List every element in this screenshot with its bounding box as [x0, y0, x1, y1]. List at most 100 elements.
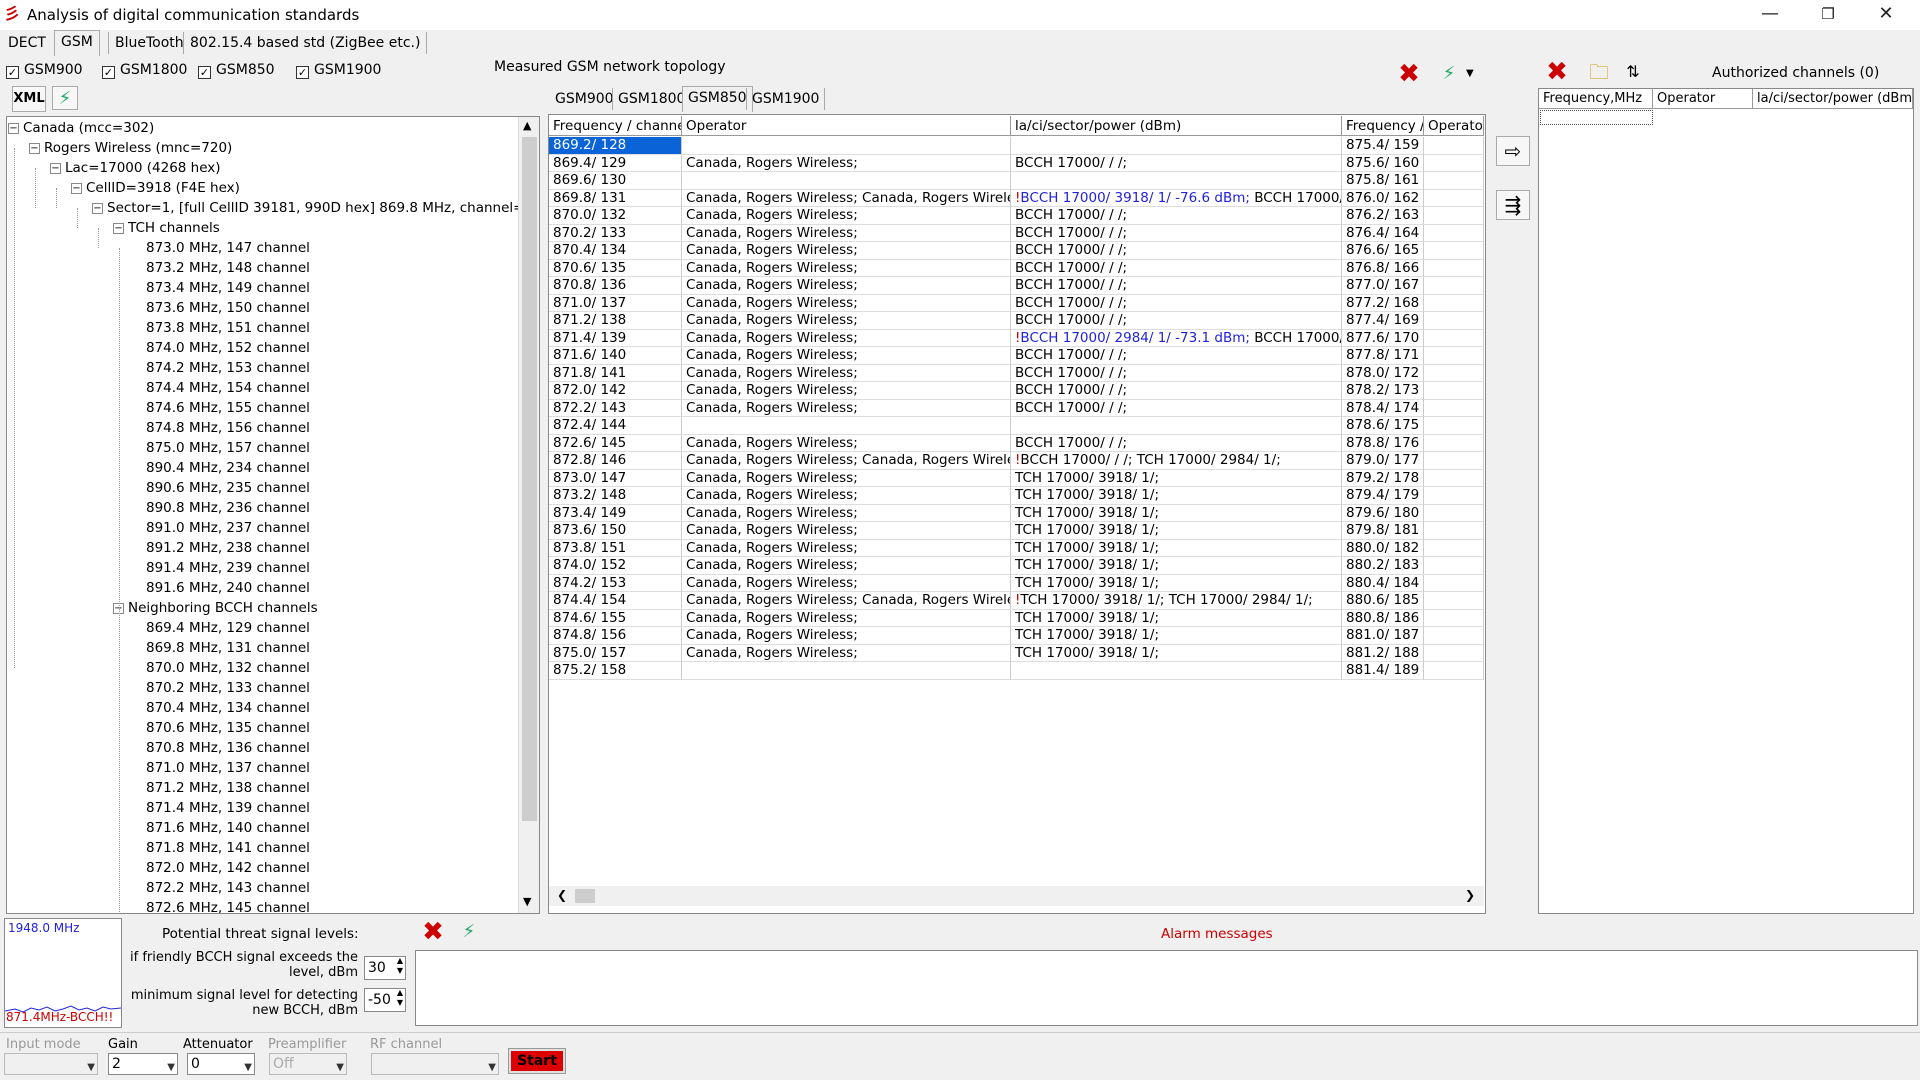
table-cell[interactable]: BCCH 17000/ / /; [1011, 224, 1342, 242]
column-header-frequency[interactable]: Frequency / channel [549, 116, 682, 136]
restore-button[interactable]: ❐ [1800, 0, 1856, 30]
tree-node[interactable]: 872.6 MHz, 145 channel [146, 898, 310, 913]
table-cell[interactable]: BCCH 17000/ / /; [1011, 154, 1342, 172]
table-cell[interactable]: Canada, Rogers Wireless; [682, 259, 1011, 277]
tree-node[interactable]: 873.2 MHz, 148 channel [146, 258, 310, 278]
table-cell[interactable]: BCCH 17000/ / /; [1011, 312, 1342, 330]
table-row[interactable]: 872.0/ 142 Canada, Rogers Wireless; BCCH 1… [549, 382, 1484, 400]
table-cell[interactable]: BCCH 17000/ / /; [1011, 347, 1342, 365]
table-cell[interactable]: TCH 17000/ 3918/ 1/; [1011, 539, 1342, 557]
auth-empty-cell[interactable] [1540, 110, 1653, 125]
table-cell[interactable] [1424, 207, 1484, 225]
table-cell[interactable]: 872.8/ 146 [549, 452, 682, 470]
tree-node[interactable]: 870.0 MHz, 132 channel [146, 658, 310, 678]
table-cell[interactable]: 877.2/ 168 [1342, 294, 1424, 312]
table-cell[interactable]: 879.8/ 181 [1342, 522, 1424, 540]
table-cell[interactable]: 878.4/ 174 [1342, 399, 1424, 417]
table-row[interactable]: 869.6/ 130 875.8/ 161 [549, 172, 1484, 190]
tree-node[interactable]: 870.8 MHz, 136 channel [146, 738, 310, 758]
table-cell[interactable]: 870.4/ 134 [549, 242, 682, 260]
table-row[interactable]: 874.0/ 152 Canada, Rogers Wireless; TCH 17… [549, 557, 1484, 575]
dropdown-arrow-icon[interactable]: ▼ [1466, 68, 1474, 79]
table-cell[interactable]: 880.8/ 186 [1342, 609, 1424, 627]
tree-node[interactable]: − Sector=1, [full CellID 39181, 990D hex]… [92, 198, 538, 218]
subtab-gsm1900[interactable]: GSM1900 [746, 88, 826, 110]
table-cell[interactable] [1424, 399, 1484, 417]
tree-node[interactable]: 874.8 MHz, 156 channel [146, 418, 310, 438]
table-cell[interactable] [682, 137, 1011, 155]
table-cell[interactable]: !BCCH 17000/ / /; TCH 17000/ 2984/ 1/; [1011, 452, 1342, 470]
scroll-up-icon[interactable]: ▲ [523, 119, 531, 132]
table-cell[interactable] [1424, 434, 1484, 452]
table-cell[interactable]: TCH 17000/ 3918/ 1/; [1011, 557, 1342, 575]
table-cell[interactable] [1424, 329, 1484, 347]
table-cell[interactable]: 875.8/ 161 [1342, 172, 1424, 190]
tree-node[interactable]: 891.2 MHz, 238 channel [146, 538, 310, 558]
table-cell[interactable]: 870.2/ 133 [549, 224, 682, 242]
table-row[interactable]: 874.6/ 155 Canada, Rogers Wireless; TCH 17… [549, 609, 1484, 627]
preamplifier-select[interactable]: Off ▼ [269, 1053, 347, 1075]
grid-scroll-thumb[interactable] [575, 889, 595, 903]
table-cell[interactable]: Canada, Rogers Wireless; [682, 627, 1011, 645]
tree-node[interactable]: − Lac=17000 (4268 hex) [50, 158, 221, 178]
input-mode-select[interactable]: ▼ [4, 1053, 98, 1075]
tree-node[interactable]: 873.8 MHz, 151 channel [146, 318, 310, 338]
signal-tool-icon[interactable]: ⚡ [52, 86, 78, 110]
table-cell[interactable]: 869.6/ 130 [549, 172, 682, 190]
table-cell[interactable]: 878.2/ 173 [1342, 382, 1424, 400]
table-row[interactable]: 873.6/ 150 Canada, Rogers Wireless; TCH 17… [549, 522, 1484, 540]
subtab-gsm850[interactable]: GSM850 [682, 86, 753, 112]
table-cell[interactable]: 875.2/ 158 [549, 662, 682, 680]
table-row[interactable]: 869.2/ 128 875.4/ 159 [549, 137, 1484, 155]
table-cell[interactable] [1424, 592, 1484, 610]
clear-authorized-icon[interactable]: ✖ [1544, 59, 1570, 85]
table-cell[interactable]: 873.0/ 147 [549, 469, 682, 487]
tree-node[interactable]: − CellID=3918 (F4E hex) [71, 178, 240, 198]
tree-node[interactable]: 874.0 MHz, 152 channel [146, 338, 310, 358]
table-cell[interactable]: 876.2/ 163 [1342, 207, 1424, 225]
checkbox-gsm900[interactable]: ✓ GSM900 [6, 62, 83, 79]
table-cell[interactable] [1011, 662, 1342, 680]
minimize-button[interactable]: — [1742, 0, 1798, 30]
table-cell[interactable]: Canada, Rogers Wireless; [682, 277, 1011, 295]
column-header-operator[interactable]: Operator [682, 116, 1011, 136]
checkbox-gsm1900[interactable]: ✓ GSM1900 [296, 62, 381, 79]
table-cell[interactable] [1424, 224, 1484, 242]
table-cell[interactable]: Canada, Rogers Wireless; [682, 347, 1011, 365]
table-row[interactable]: 870.2/ 133 Canada, Rogers Wireless; BCCH 1… [549, 224, 1484, 242]
tree-node[interactable]: 870.4 MHz, 134 channel [146, 698, 310, 718]
table-cell[interactable] [1424, 294, 1484, 312]
auth-header-frequency[interactable]: Frequency,MHz [1539, 89, 1653, 109]
table-cell[interactable]: Canada, Rogers Wireless; [682, 644, 1011, 662]
table-cell[interactable]: 871.4/ 139 [549, 329, 682, 347]
collapse-icon[interactable]: − [50, 163, 61, 174]
tree-node[interactable]: 891.0 MHz, 237 channel [146, 518, 310, 538]
tree-node[interactable]: 874.4 MHz, 154 channel [146, 378, 310, 398]
tree-node[interactable]: 871.6 MHz, 140 channel [146, 818, 310, 838]
table-row[interactable]: 871.4/ 139 Canada, Rogers Wireless; !BCCH … [549, 329, 1484, 347]
table-row[interactable]: 870.0/ 132 Canada, Rogers Wireless; BCCH 1… [549, 207, 1484, 225]
tab-gsm[interactable]: GSM [54, 30, 100, 56]
table-cell[interactable]: Canada, Rogers Wireless; [682, 207, 1011, 225]
table-cell[interactable]: Canada, Rogers Wireless; [682, 487, 1011, 505]
column-header-frequency-2[interactable]: Frequency / [1342, 116, 1424, 136]
table-row[interactable]: 872.2/ 143 Canada, Rogers Wireless; BCCH 1… [549, 399, 1484, 417]
table-cell[interactable]: 869.4/ 129 [549, 154, 682, 172]
tree-node[interactable]: 871.8 MHz, 141 channel [146, 838, 310, 858]
table-cell[interactable]: 879.6/ 180 [1342, 504, 1424, 522]
table-cell[interactable] [1424, 574, 1484, 592]
table-cell[interactable] [1424, 452, 1484, 470]
tree-node[interactable]: 872.2 MHz, 143 channel [146, 878, 310, 898]
table-cell[interactable] [1424, 609, 1484, 627]
table-cell[interactable] [1424, 277, 1484, 295]
collapse-icon[interactable]: − [71, 183, 82, 194]
table-cell[interactable] [682, 417, 1011, 435]
table-cell[interactable]: Canada, Rogers Wireless; [682, 574, 1011, 592]
tab-dect[interactable]: DECT [2, 32, 52, 54]
scroll-down-icon[interactable]: ▼ [523, 895, 531, 908]
checkbox-gsm850[interactable]: ✓ GSM850 [198, 62, 275, 79]
table-row[interactable]: 872.4/ 144 878.6/ 175 [549, 417, 1484, 435]
close-button[interactable]: ✕ [1858, 0, 1914, 30]
table-cell[interactable]: TCH 17000/ 3918/ 1/; [1011, 522, 1342, 540]
table-cell[interactable] [1424, 364, 1484, 382]
